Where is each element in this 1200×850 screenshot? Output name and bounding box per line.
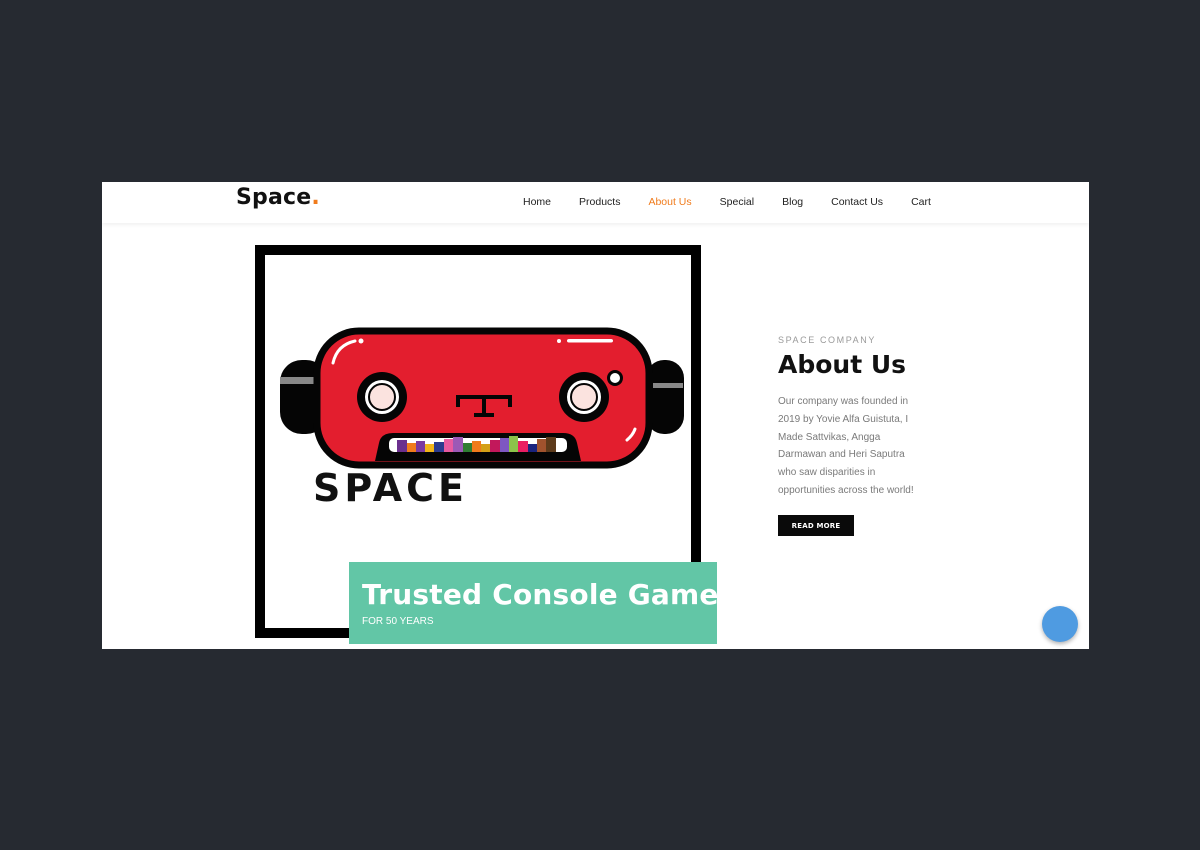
- trusted-caption: Trusted Console Game FOR 50 YEARS: [349, 562, 719, 644]
- nav-special[interactable]: Special: [720, 196, 754, 208]
- about-title: About Us: [778, 350, 907, 379]
- main-nav: Home Products About Us Special Blog Cont…: [523, 196, 959, 208]
- nav-cart[interactable]: Cart: [911, 196, 931, 208]
- nav-home[interactable]: Home: [523, 196, 551, 208]
- about-description: Our company was founded in 2019 by Yovie…: [778, 393, 930, 500]
- space-logo-text: SPACE: [313, 467, 468, 507]
- brand-dot: .: [311, 185, 320, 210]
- brand-name: Space: [236, 185, 312, 210]
- caption-subtitle: FOR 50 YEARS: [362, 616, 434, 627]
- about-line: Made Sattvikas, Angga: [778, 431, 881, 443]
- about-line: who saw disparities in: [778, 467, 876, 479]
- about-line: Our company was founded in: [778, 396, 909, 407]
- nav-about-us[interactable]: About Us: [648, 196, 691, 208]
- about-line: opportunities across the world!: [778, 484, 914, 496]
- nav-blog[interactable]: Blog: [782, 196, 803, 208]
- brand-logo[interactable]: Space.: [236, 185, 320, 210]
- read-more-button[interactable]: READ MORE: [778, 515, 854, 536]
- chat-bubble-icon[interactable]: [1042, 606, 1078, 642]
- nav-products[interactable]: Products: [579, 196, 620, 208]
- navbar: Space. Home Products About Us Special Bl…: [102, 182, 1089, 223]
- caption-title: Trusted Console Game: [362, 578, 719, 611]
- about-line: Darmawan and Heri Saputra: [778, 449, 905, 461]
- nav-contact-us[interactable]: Contact Us: [831, 196, 883, 208]
- about-eyebrow: SPACE COMPANY: [778, 335, 876, 345]
- page-frame: Space. Home Products About Us Special Bl…: [102, 182, 1089, 649]
- svg-text:SPACE: SPACE: [313, 467, 468, 507]
- about-line: 2019 by Yovie Alfa Guistuta, I: [778, 413, 909, 425]
